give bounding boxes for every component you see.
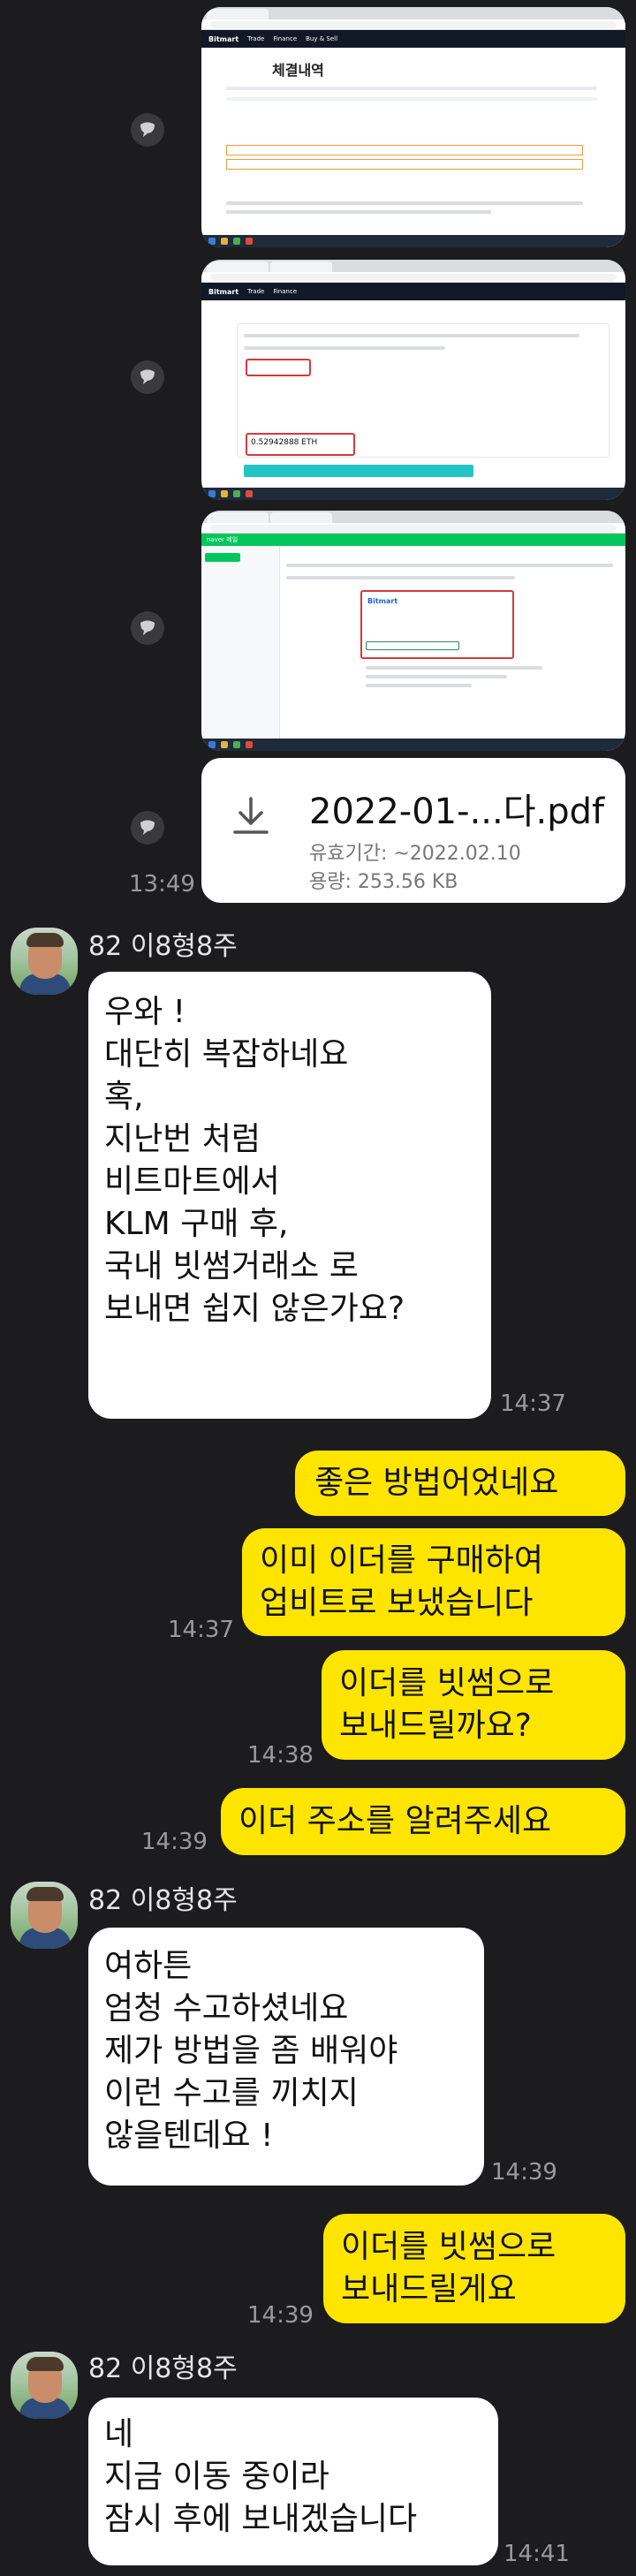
share-icon[interactable] xyxy=(131,811,164,845)
sender-name: 82 이8형8주 xyxy=(88,2353,238,2384)
shared-image-1[interactable]: Bitmart Trade Finance Buy & Sell 체결내역 xyxy=(201,7,625,247)
shared-image-3[interactable]: naver 메일 Bitmart xyxy=(201,511,625,751)
highlight-box xyxy=(246,359,311,376)
message-time: 14:41 xyxy=(504,2541,570,2567)
download-icon[interactable] xyxy=(228,793,274,843)
share-icon[interactable] xyxy=(131,113,164,147)
message-time: 14:37 xyxy=(168,1617,234,1643)
outgoing-message[interactable]: 이더 주소를 알려주세요 xyxy=(221,1788,625,1855)
order-table xyxy=(226,87,597,108)
sender-name: 82 이8형8주 xyxy=(88,931,238,962)
message-time: 14:39 xyxy=(141,1829,208,1855)
message-time: 13:49 xyxy=(129,871,195,898)
site-logo: Bitmart xyxy=(208,34,239,43)
bitmart-mail-logo: Bitmart xyxy=(367,597,398,605)
sender-name: 82 이8형8주 xyxy=(88,1885,238,1916)
avatar[interactable] xyxy=(11,2352,78,2419)
outgoing-message[interactable]: 좋은 방법어었네요 xyxy=(295,1451,625,1516)
share-icon[interactable] xyxy=(131,611,164,645)
message-time: 14:39 xyxy=(247,2302,314,2329)
incoming-message[interactable]: 우와 ! 대단히 복잡하네요 혹, 지난번 처럼 비트마트에서 KLM 구매 후… xyxy=(88,972,491,1419)
mail-header: naver 메일 xyxy=(201,534,625,546)
file-name: 2022-01-...다.pdf xyxy=(309,792,605,832)
outgoing-message[interactable]: 이더를 빗썸으로 보내드릴게요 xyxy=(323,2214,625,2323)
shared-image-2[interactable]: Bitmart Trade Finance 0.52942888 ETH xyxy=(201,260,625,500)
confirm-button xyxy=(244,465,473,477)
outgoing-message[interactable]: 이미 이더를 구매하여 업비트로 보냈습니다 xyxy=(242,1528,625,1636)
incoming-message[interactable]: 네 지금 이동 중이라 잠시 후에 보내겠습니다 xyxy=(88,2398,498,2565)
file-message[interactable]: 2022-01-...다.pdf 유효기간: ~2022.02.10 용량: 2… xyxy=(201,758,625,903)
message-time: 14:39 xyxy=(491,2159,557,2186)
amount-text: 0.52942888 ETH xyxy=(251,438,318,447)
avatar[interactable] xyxy=(11,928,78,995)
highlight-box xyxy=(366,641,459,650)
site-logo: Bitmart xyxy=(208,287,239,296)
file-expiry: 유효기간: ~2022.02.10 xyxy=(309,843,521,865)
message-time: 14:37 xyxy=(500,1390,566,1417)
avatar[interactable] xyxy=(11,1882,78,1949)
share-icon[interactable] xyxy=(131,360,164,394)
file-size: 용량: 253.56 KB xyxy=(309,871,458,893)
highlighted-row xyxy=(226,145,583,155)
page-title: 체결내역 xyxy=(272,62,324,79)
highlighted-row xyxy=(226,159,583,170)
incoming-message[interactable]: 여하튼 엄청 수고하셨네요 제가 방법을 좀 배워야 이런 수고를 끼치지 않을… xyxy=(88,1928,484,2186)
message-time: 14:38 xyxy=(247,1742,314,1769)
outgoing-message[interactable]: 이더를 빗썸으로 보내드릴까요? xyxy=(322,1650,625,1760)
